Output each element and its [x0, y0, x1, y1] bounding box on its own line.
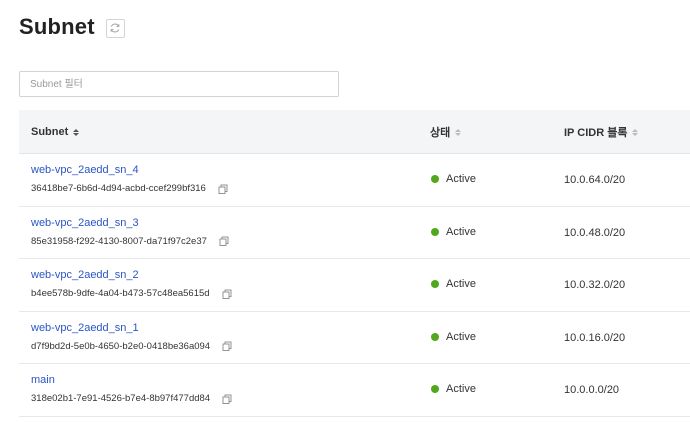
subnet-id: 36418be7-6b6d-4d94-acbd-ccef299bf316: [31, 183, 228, 194]
copy-icon[interactable]: [222, 341, 232, 352]
column-header-label: IP CIDR 블록: [564, 127, 628, 139]
table-row: web-vpc_2aedd_sn_2 b4ee578b-9dfe-4a04-b4…: [19, 259, 690, 312]
subnet-id-text: 85e31958-f292-4130-8007-da71f97c2e37: [31, 235, 207, 247]
subnet-id-text: d7f9bd2d-5e0b-4650-b2e0-0418be36a094: [31, 340, 211, 352]
table-row: web-vpc_2aedd_sn_1 d7f9bd2d-5e0b-4650-b2…: [19, 312, 690, 365]
status-text: Active: [446, 330, 476, 343]
column-header-subnet[interactable]: Subnet: [31, 110, 80, 154]
status-indicator: Active: [431, 173, 476, 185]
table-body: web-vpc_2aedd_sn_4 36418be7-6b6d-4d94-ac…: [19, 154, 690, 417]
subnet-id-text: b4ee578b-9dfe-4a04-b473-57c48ea5615d: [31, 288, 210, 300]
copy-icon[interactable]: [222, 289, 232, 299]
table-row: web-vpc_2aedd_sn_4 36418be7-6b6d-4d94-ac…: [19, 154, 690, 207]
status-dot-icon: [431, 385, 439, 394]
status-dot-icon: [431, 175, 439, 183]
copy-icon[interactable]: [218, 184, 228, 194]
subnet-id: b4ee578b-9dfe-4a04-b473-57c48ea5615d: [31, 288, 232, 299]
refresh-icon: [110, 23, 120, 33]
column-header-status[interactable]: 상태: [430, 110, 462, 154]
column-header-cidr[interactable]: IP CIDR 블록: [564, 110, 639, 154]
subnet-id-text: 36418be7-6b6d-4d94-acbd-ccef299bf316: [31, 183, 206, 194]
subnet-name-link[interactable]: main: [31, 374, 55, 386]
cidr-block: 10.0.0.0/20: [564, 384, 620, 397]
subnet-table: Subnet 상태 IP CIDR 블록 web-vpc_2aedd_sn_4 …: [19, 110, 690, 417]
subnet-id: 85e31958-f292-4130-8007-da71f97c2e37: [31, 236, 229, 247]
subnet-name-link[interactable]: web-vpc_2aedd_sn_2: [31, 269, 139, 281]
status-text: Active: [446, 225, 476, 238]
status-dot-icon: [431, 280, 439, 289]
status-dot-icon: [431, 227, 439, 236]
table-header: Subnet 상태 IP CIDR 블록: [19, 110, 690, 154]
sort-icon: [455, 128, 462, 136]
status-text: Active: [446, 278, 476, 291]
column-header-label: 상태: [430, 127, 451, 139]
status-dot-icon: [431, 332, 439, 341]
cidr-block: 10.0.32.0/20: [564, 279, 626, 292]
subnet-name-link[interactable]: web-vpc_2aedd_sn_1: [31, 322, 139, 334]
subnet-filter-input[interactable]: [19, 71, 339, 97]
sort-icon: [632, 128, 639, 136]
subnet-id: d7f9bd2d-5e0b-4650-b2e0-0418be36a094: [31, 341, 232, 352]
cidr-block: 10.0.16.0/20: [564, 331, 626, 344]
status-text: Active: [446, 383, 476, 396]
status-indicator: Active: [431, 226, 476, 238]
cidr-block: 10.0.64.0/20: [564, 174, 626, 186]
subnet-name-link[interactable]: web-vpc_2aedd_sn_3: [31, 217, 139, 229]
status-text: Active: [446, 173, 476, 185]
status-indicator: Active: [431, 278, 476, 290]
page-title: Subnet: [19, 14, 95, 39]
subnet-id-text: 318e02b1-7e91-4526-b7e4-8b97f477dd84: [31, 393, 211, 405]
copy-icon[interactable]: [219, 236, 229, 247]
refresh-button[interactable]: [105, 18, 125, 38]
cidr-block: 10.0.48.0/20: [564, 226, 626, 239]
page-header: Subnet: [19, 14, 125, 40]
subnet-name-link[interactable]: web-vpc_2aedd_sn_4: [31, 164, 139, 176]
copy-icon[interactable]: [222, 394, 232, 404]
table-row: web-vpc_2aedd_sn_3 85e31958-f292-4130-80…: [19, 207, 690, 260]
status-indicator: Active: [431, 331, 476, 343]
status-indicator: Active: [431, 383, 476, 395]
subnet-id: 318e02b1-7e91-4526-b7e4-8b97f477dd84: [31, 393, 232, 404]
sort-icon: [73, 128, 80, 136]
table-row: main 318e02b1-7e91-4526-b7e4-8b97f477dd8…: [19, 364, 690, 417]
column-header-label: Subnet: [31, 126, 69, 138]
